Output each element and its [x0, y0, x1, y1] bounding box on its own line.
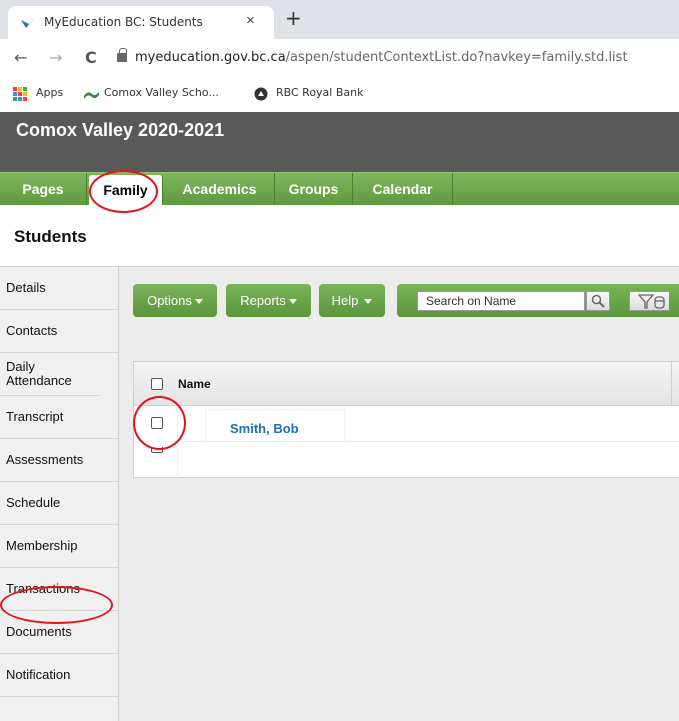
apps-grid-icon — [13, 87, 27, 101]
help-label: Help — [331, 293, 359, 308]
column-divider — [671, 362, 672, 406]
sidebar-item-assessments[interactable]: Assessments — [0, 439, 118, 482]
filter-icon — [638, 294, 665, 309]
annotation-circle-family — [89, 170, 158, 213]
search-icon — [591, 294, 605, 308]
tab-pages[interactable]: Pages — [0, 173, 87, 206]
lock-icon — [117, 48, 127, 62]
students-grid: Name Smith, Bob — [133, 361, 679, 478]
bookmark-rbc[interactable]: RBC Royal Bank — [276, 86, 363, 99]
comox-bookmark-icon — [84, 92, 99, 99]
bookmarks-bar: Apps Comox Valley Scho... RBC Royal Bank — [0, 77, 679, 112]
sidebar-item-notification[interactable]: Notification — [0, 654, 118, 697]
address-bar[interactable]: myeducation.gov.bc.ca/aspen/studentConte… — [135, 50, 628, 65]
sidebar-item-membership[interactable]: Membership — [0, 525, 118, 568]
myeducation-favicon-icon — [21, 18, 35, 28]
sidebar-item-daily-attendance[interactable]: Daily Attendance — [0, 353, 100, 396]
reports-label: Reports — [240, 293, 286, 308]
tab-close-button[interactable]: × — [246, 12, 255, 29]
help-button[interactable]: Help — [319, 284, 385, 317]
page-title-bar: Students — [0, 205, 679, 266]
column-header-name[interactable]: Name — [178, 377, 211, 391]
annotation-circle-checkbox — [133, 396, 186, 450]
browser-toolbar: ← → C myeducation.gov.bc.ca/aspen/studen… — [0, 39, 679, 77]
tab-calendar[interactable]: Calendar — [353, 173, 453, 206]
bookmark-apps[interactable]: Apps — [36, 86, 63, 99]
select-all-checkbox[interactable] — [151, 378, 163, 390]
tab-academics[interactable]: Academics — [165, 173, 275, 206]
search-bar: Search on Name — [397, 284, 679, 317]
new-tab-button[interactable]: + — [285, 6, 302, 30]
bookmark-comox-valley[interactable]: Comox Valley Scho... — [104, 86, 219, 99]
tab-title: MyEducation BC: Students — [44, 15, 203, 29]
page-title: Students — [14, 227, 87, 246]
annotation-circle-transactions — [0, 586, 113, 624]
reports-button[interactable]: Reports — [226, 284, 311, 317]
sidebar-item-contacts[interactable]: Contacts — [0, 310, 118, 353]
tab-groups[interactable]: Groups — [275, 173, 353, 206]
url-path: /aspen/studentContextList.do?navkey=fami… — [285, 50, 628, 65]
dropdown-caret-icon — [364, 299, 373, 304]
url-host: myeducation.gov.bc.ca — [135, 50, 286, 65]
main-content: Options Reports Help Search on Name Name — [119, 266, 679, 721]
student-name-link[interactable]: Smith, Bob — [230, 421, 299, 436]
school-title: Comox Valley 2020-2021 — [16, 120, 225, 140]
forward-button[interactable]: → — [49, 48, 62, 67]
sidebar-item-details[interactable]: Details — [0, 267, 118, 310]
sidebar-item-transcript[interactable]: Transcript — [0, 396, 118, 439]
rbc-bookmark-icon — [254, 87, 268, 101]
dropdown-caret-icon — [288, 299, 297, 304]
side-menu: Details Contacts Daily Attendance Transc… — [0, 266, 119, 721]
search-button[interactable] — [586, 291, 610, 311]
app-header: Comox Valley 2020-2021 — [0, 112, 679, 172]
row-divider — [134, 441, 679, 442]
reload-button[interactable]: C — [85, 48, 97, 67]
search-input[interactable]: Search on Name — [417, 291, 585, 311]
grid-header: Name — [134, 362, 679, 406]
options-button[interactable]: Options — [133, 284, 217, 317]
back-button[interactable]: ← — [14, 48, 27, 67]
dropdown-caret-icon — [194, 299, 203, 304]
filter-button[interactable] — [629, 291, 669, 311]
options-label: Options — [147, 293, 192, 308]
sidebar-item-schedule[interactable]: Schedule — [0, 482, 118, 525]
browser-tab[interactable]: MyEducation BC: Students × — [8, 6, 274, 39]
table-row[interactable]: Smith, Bob — [134, 407, 679, 441]
browser-tab-strip: MyEducation BC: Students × + — [0, 0, 679, 39]
